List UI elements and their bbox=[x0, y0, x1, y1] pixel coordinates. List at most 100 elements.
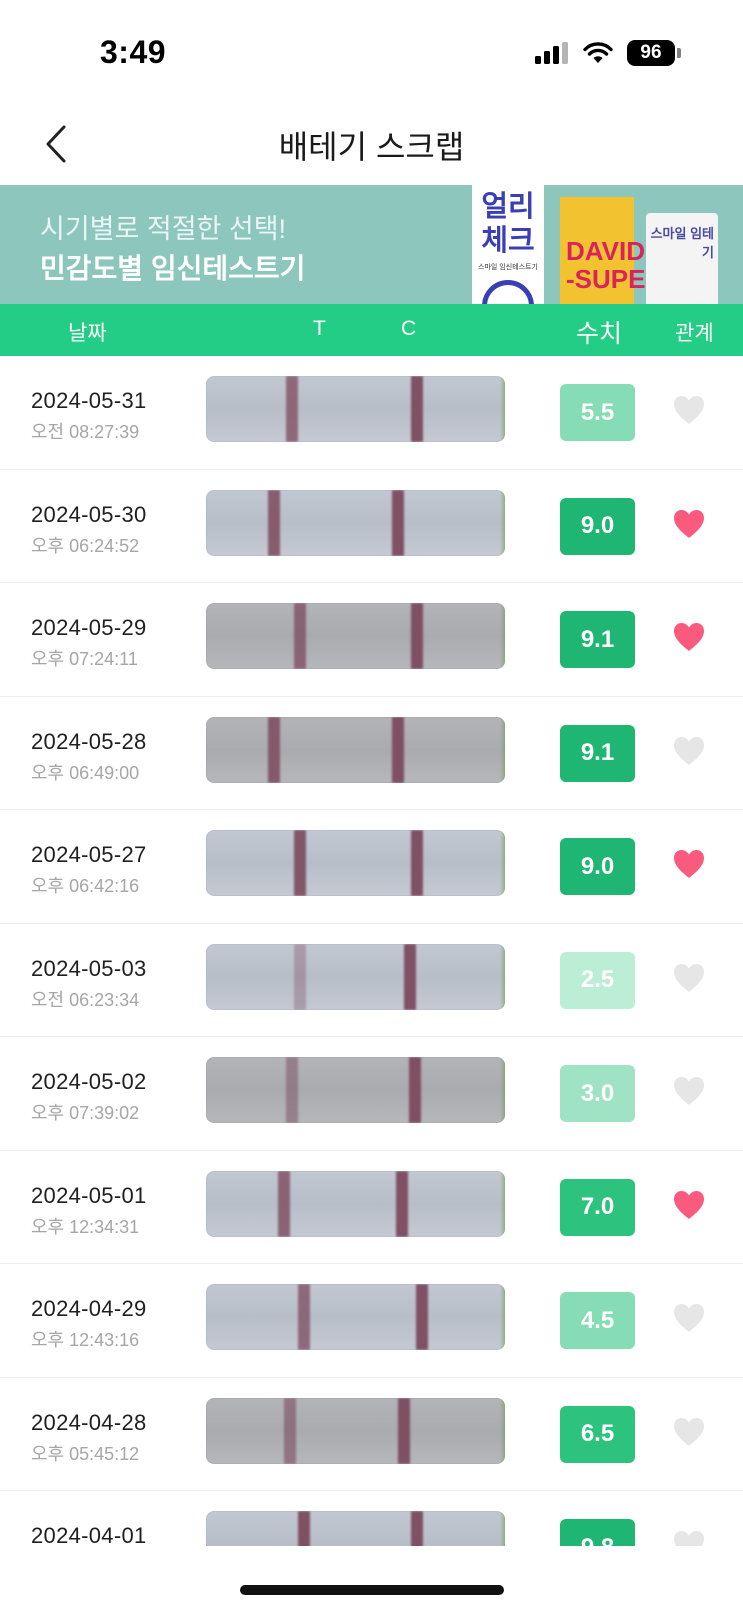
navigation-bar: 배테기 스크랩 bbox=[0, 110, 743, 184]
control-line-c bbox=[411, 1511, 423, 1546]
record-row[interactable]: 2024-05-29 오후 07:24:11 9.1 bbox=[0, 583, 743, 697]
heart-outline-icon[interactable] bbox=[672, 962, 706, 994]
test-strip-image[interactable] bbox=[206, 1284, 505, 1350]
record-row[interactable]: 2024-04-01 9.8 bbox=[0, 1491, 743, 1546]
control-line-c bbox=[404, 943, 416, 1010]
record-row[interactable]: 2024-05-28 오후 06:49:00 9.1 bbox=[0, 697, 743, 810]
strip-edge bbox=[500, 603, 505, 669]
test-strip-image[interactable] bbox=[206, 603, 505, 669]
test-line-t bbox=[278, 1170, 290, 1237]
test-strip-image[interactable] bbox=[206, 1397, 505, 1464]
record-date: 2024-04-29 bbox=[31, 1296, 147, 1321]
column-header: 날짜 T C 수치 관계 bbox=[0, 304, 743, 356]
promo-banner[interactable]: 시기별로 적절한 선택! 민감도별 임신테스트기 얼리 체크 스마일 임신테스트… bbox=[0, 185, 743, 304]
banner-subtitle: 시기별로 적절한 선택! bbox=[40, 214, 287, 244]
record-row[interactable]: 2024-04-28 오후 05:45:12 6.5 bbox=[0, 1378, 743, 1491]
record-row[interactable]: 2024-05-02 오후 07:39:02 3.0 bbox=[0, 1037, 743, 1151]
control-line-c bbox=[411, 830, 423, 896]
battery-indicator: 96 bbox=[627, 40, 681, 66]
record-time: 오후 07:24:11 bbox=[31, 649, 138, 669]
test-strip-image[interactable] bbox=[206, 1057, 505, 1123]
column-value: 수치 bbox=[576, 320, 623, 348]
test-line-t bbox=[298, 1511, 310, 1546]
strip-edge bbox=[500, 943, 505, 1010]
record-list[interactable]: 2024-05-31 오전 08:27:39 5.5 2024-05-30 오후 06:… bbox=[0, 356, 743, 1546]
product-ring-graphic bbox=[482, 280, 534, 304]
strip-edge bbox=[500, 489, 505, 556]
test-strip-image[interactable] bbox=[206, 1511, 505, 1546]
home-indicator[interactable] bbox=[240, 1585, 504, 1595]
battery-level: 96 bbox=[627, 40, 675, 66]
record-date: 2024-05-01 bbox=[31, 1182, 147, 1208]
banner-title: 민감도별 임신테스트기 bbox=[40, 253, 306, 284]
strip-edge bbox=[500, 716, 505, 783]
test-strip-image[interactable] bbox=[206, 489, 505, 556]
test-strip-image[interactable] bbox=[206, 830, 505, 896]
value-badge: 3.0 bbox=[560, 1065, 635, 1122]
record-row[interactable]: 2024-04-29 오후 12:43:16 4.5 bbox=[0, 1264, 743, 1378]
test-line-t bbox=[298, 1284, 310, 1350]
record-date: 2024-04-01 bbox=[31, 1523, 147, 1546]
value-badge: 7.0 bbox=[560, 1178, 635, 1236]
test-strip-image[interactable] bbox=[206, 716, 505, 783]
wifi-icon bbox=[583, 42, 613, 63]
test-line-t bbox=[268, 716, 280, 783]
product-sublabel: 스마일 임신테스트기 bbox=[478, 264, 538, 271]
value-badge: 4.5 bbox=[560, 1292, 635, 1349]
record-time: 오후 05:45:12 bbox=[31, 1443, 140, 1464]
strip-edge bbox=[500, 1170, 505, 1237]
cellular-signal-icon bbox=[535, 42, 568, 64]
strip-edge bbox=[500, 830, 505, 896]
strip-edge bbox=[500, 1057, 505, 1123]
column-relation: 관계 bbox=[675, 322, 714, 345]
product-image-early-check: 얼리 체크 스마일 임신테스트기 bbox=[472, 185, 544, 304]
test-line-t bbox=[286, 376, 298, 442]
value-badge: 9.1 bbox=[560, 724, 635, 782]
value-badge: 9.8 bbox=[560, 1519, 635, 1546]
record-row[interactable]: 2024-05-31 오전 08:27:39 5.5 bbox=[0, 356, 743, 470]
heart-outline-icon[interactable] bbox=[672, 1075, 706, 1107]
test-strip-image[interactable] bbox=[206, 376, 505, 442]
heart-filled-icon[interactable] bbox=[672, 1189, 706, 1221]
value-badge: 9.0 bbox=[560, 838, 635, 895]
record-time: 오후 06:24:52 bbox=[31, 535, 140, 556]
control-line-c bbox=[396, 1170, 408, 1237]
product-image-david: DAVID -SUPE bbox=[560, 197, 645, 304]
control-line-c bbox=[411, 376, 423, 442]
test-strip-image[interactable] bbox=[206, 1170, 505, 1237]
test-line-t bbox=[286, 1057, 298, 1123]
column-c: C bbox=[401, 317, 417, 340]
value-badge: 9.0 bbox=[560, 497, 635, 555]
control-line-c bbox=[392, 716, 404, 783]
strip-edge bbox=[500, 1397, 505, 1464]
record-date: 2024-05-02 bbox=[31, 1069, 147, 1094]
heart-filled-icon[interactable] bbox=[672, 508, 706, 540]
record-row[interactable]: 2024-05-30 오후 06:24:52 9.0 bbox=[0, 470, 743, 583]
record-date: 2024-05-30 bbox=[31, 501, 147, 527]
record-time: 오후 07:39:02 bbox=[31, 1103, 140, 1123]
status-icons: 96 bbox=[535, 40, 681, 66]
heart-filled-icon[interactable] bbox=[672, 621, 706, 653]
heart-outline-icon[interactable] bbox=[672, 394, 706, 426]
record-time: 오전 06:23:34 bbox=[31, 989, 140, 1010]
test-strip-image[interactable] bbox=[206, 943, 505, 1010]
heart-outline-icon[interactable] bbox=[672, 1529, 706, 1546]
value-badge: 9.1 bbox=[560, 611, 635, 668]
heart-filled-icon[interactable] bbox=[672, 848, 706, 880]
record-row[interactable]: 2024-05-27 오후 06:42:16 9.0 bbox=[0, 810, 743, 924]
test-line-t bbox=[294, 603, 306, 669]
heart-outline-icon[interactable] bbox=[672, 1302, 706, 1334]
record-date: 2024-05-28 bbox=[31, 728, 147, 754]
value-badge: 6.5 bbox=[560, 1405, 635, 1463]
strip-edge bbox=[500, 376, 505, 442]
status-time: 3:49 bbox=[100, 34, 167, 70]
record-date: 2024-05-31 bbox=[31, 388, 147, 413]
battery-cap bbox=[677, 48, 681, 58]
heart-outline-icon[interactable] bbox=[672, 1416, 706, 1448]
control-line-c bbox=[409, 1057, 421, 1123]
record-row[interactable]: 2024-05-03 오전 06:23:34 2.5 bbox=[0, 924, 743, 1037]
record-row[interactable]: 2024-05-01 오후 12:34:31 7.0 bbox=[0, 1151, 743, 1264]
control-line-c bbox=[416, 1284, 428, 1350]
column-t: T bbox=[313, 317, 326, 340]
heart-outline-icon[interactable] bbox=[672, 735, 706, 767]
